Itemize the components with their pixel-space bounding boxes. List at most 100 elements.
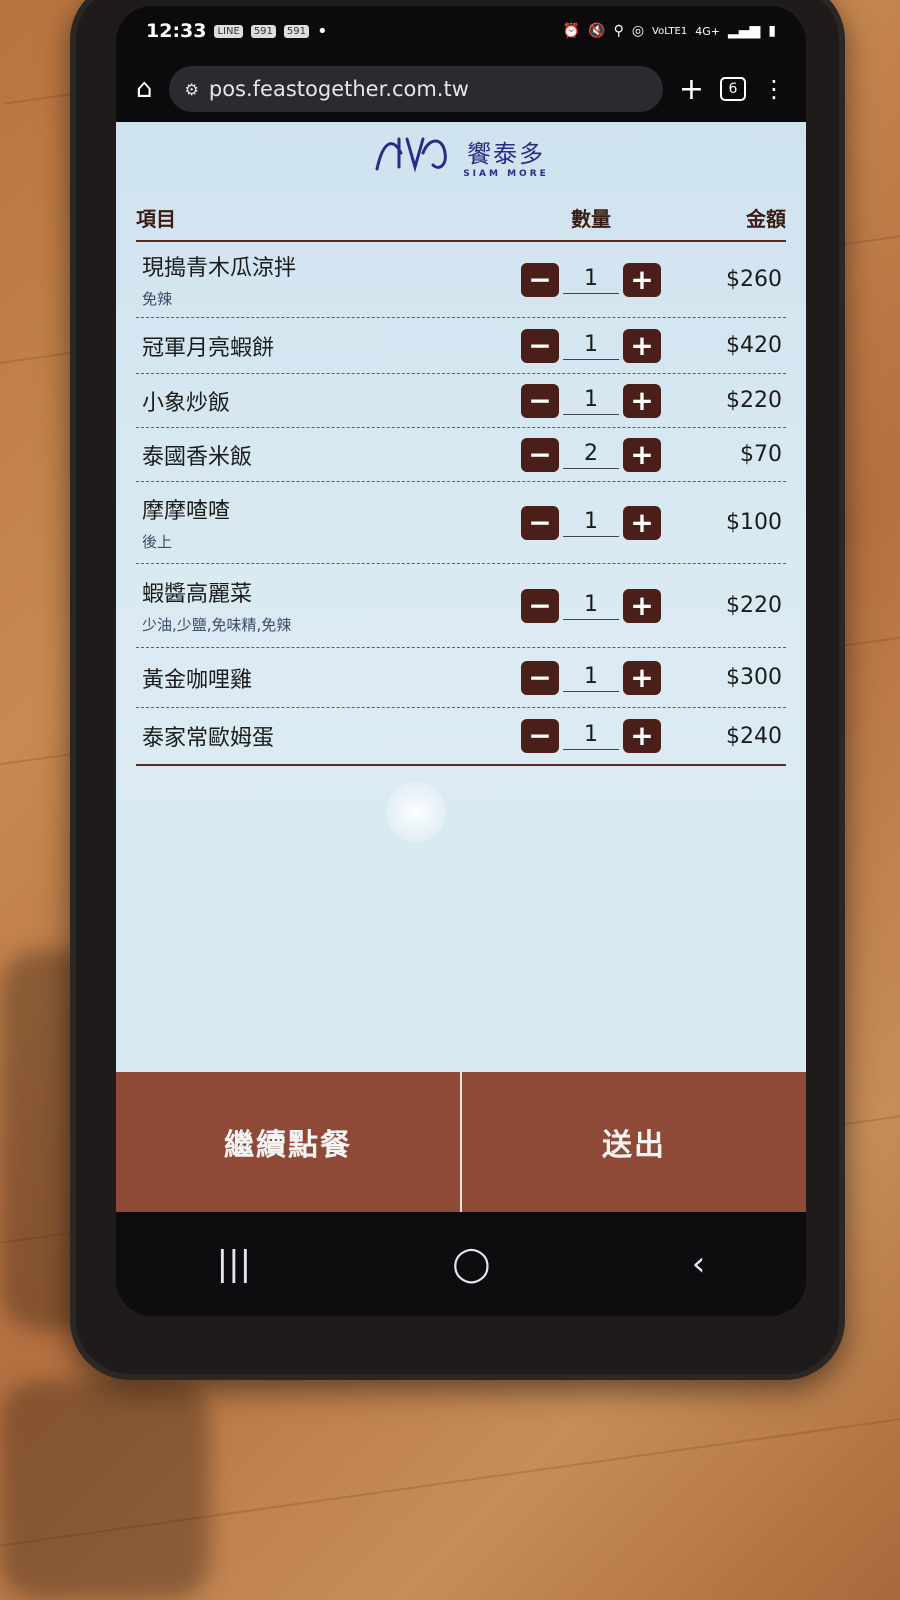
action-bar: 繼續點餐 送出 bbox=[116, 1072, 806, 1212]
url-text: pos.feastogether.com.tw bbox=[208, 77, 469, 101]
item-amount: $100 bbox=[726, 510, 782, 535]
item-name: 黃金咖哩雞 bbox=[142, 667, 253, 693]
battery-icon: ▮ bbox=[768, 23, 776, 39]
quantity-stepper: − 1 + bbox=[516, 719, 666, 753]
quantity-value[interactable]: 1 bbox=[563, 332, 619, 360]
status-bar: 12:33 LINE 591 591 • ⏰ 🔇 ⚲ ◎ VoLTE1 4G+ … bbox=[116, 6, 806, 56]
order-page: 饗泰多 SIAM MORE 項目 數量 金額 現搗青木瓜涼拌 免辣 − 1 + … bbox=[116, 122, 806, 1212]
item-amount: $70 bbox=[740, 442, 782, 467]
minus-icon[interactable]: − bbox=[521, 328, 559, 363]
tabs-count-button[interactable]: 6 bbox=[720, 77, 746, 101]
notification-badge-2: 591 bbox=[283, 24, 309, 38]
item-note: 免辣 bbox=[142, 290, 173, 308]
quantity-stepper: − 1 + bbox=[516, 660, 666, 695]
order-row: 黃金咖哩雞 − 1 + $300 bbox=[136, 648, 786, 708]
quantity-stepper: − 1 + bbox=[516, 262, 666, 297]
order-row: 泰家常歐姆蛋 − 1 + $240 bbox=[136, 708, 786, 764]
minus-icon[interactable]: − bbox=[521, 437, 559, 472]
quantity-stepper: − 1 + bbox=[516, 383, 666, 418]
item-amount: $300 bbox=[726, 665, 782, 690]
android-nav-bar: ||| ◯ ‹ bbox=[116, 1212, 806, 1316]
notification-badge-1: 591 bbox=[250, 24, 276, 38]
brand-logo: 饗泰多 SIAM MORE bbox=[116, 122, 806, 190]
logo-mark bbox=[373, 131, 453, 182]
hotspot-icon: ◎ bbox=[631, 23, 645, 39]
header-item: 項目 bbox=[136, 207, 176, 231]
plus-icon[interactable]: + bbox=[623, 719, 661, 753]
plus-icon[interactable]: + bbox=[623, 262, 661, 297]
minus-icon[interactable]: − bbox=[521, 588, 559, 623]
order-row: 現搗青木瓜涼拌 免辣 − 1 + $260 bbox=[136, 242, 786, 318]
quantity-value[interactable]: 1 bbox=[563, 266, 619, 294]
item-amount: $240 bbox=[726, 723, 782, 749]
back-icon[interactable]: ‹ bbox=[692, 1244, 706, 1284]
phone-frame: 12:33 LINE 591 591 • ⏰ 🔇 ⚲ ◎ VoLTE1 4G+ … bbox=[70, 0, 845, 1380]
phone-screen: 12:33 LINE 591 591 • ⏰ 🔇 ⚲ ◎ VoLTE1 4G+ … bbox=[116, 6, 806, 1316]
item-amount: $220 bbox=[726, 388, 782, 413]
quantity-value[interactable]: 1 bbox=[563, 664, 619, 692]
item-amount: $420 bbox=[726, 333, 782, 358]
table-bottom-rule bbox=[136, 764, 786, 766]
order-row: 泰國香米飯 − 2 + $70 bbox=[136, 428, 786, 482]
dot-icon: • bbox=[317, 20, 328, 42]
status-time: 12:33 bbox=[146, 20, 207, 42]
minus-icon[interactable]: − bbox=[521, 660, 559, 695]
browser-toolbar: ⌂ ⚙ pos.feastogether.com.tw + 6 ⋮ bbox=[116, 56, 806, 122]
plus-icon[interactable]: + bbox=[623, 328, 661, 363]
alarm-icon: ⏰ bbox=[562, 23, 581, 39]
url-field[interactable]: ⚙ pos.feastogether.com.tw bbox=[168, 66, 663, 112]
item-note: 少油,少鹽,免味精,免辣 bbox=[142, 616, 292, 634]
network-label: 4G+ bbox=[695, 24, 720, 38]
continue-ordering-button[interactable]: 繼續點餐 bbox=[116, 1072, 460, 1212]
quantity-value[interactable]: 1 bbox=[563, 509, 619, 537]
item-name: 摩摩喳喳 bbox=[142, 499, 231, 524]
table-header: 項目 數量 金額 bbox=[136, 190, 786, 242]
order-list: 現搗青木瓜涼拌 免辣 − 1 + $260 冠軍月亮蝦餅 − 1 + $420 … bbox=[116, 242, 806, 766]
header-amount: 金額 bbox=[746, 207, 786, 231]
item-amount: $260 bbox=[726, 267, 782, 292]
submit-button[interactable]: 送出 bbox=[460, 1072, 806, 1212]
item-amount: $220 bbox=[726, 593, 782, 618]
quantity-value[interactable]: 1 bbox=[563, 387, 619, 415]
mute-icon: 🔇 bbox=[588, 23, 606, 39]
logo-cn-text: 饗泰多 bbox=[466, 139, 545, 168]
plus-icon[interactable]: + bbox=[623, 660, 661, 695]
location-icon: ⚲ bbox=[613, 23, 624, 39]
item-note: 後上 bbox=[142, 533, 173, 551]
plus-icon[interactable]: + bbox=[623, 588, 661, 623]
site-settings-icon[interactable]: ⚙ bbox=[185, 80, 199, 99]
screen-glare bbox=[386, 782, 446, 842]
more-vert-icon[interactable]: ⋮ bbox=[762, 75, 786, 103]
minus-icon[interactable]: − bbox=[521, 383, 559, 418]
header-qty: 數量 bbox=[571, 207, 611, 231]
item-name: 小象炒飯 bbox=[142, 390, 231, 416]
elephant-logo-icon bbox=[375, 137, 448, 172]
minus-icon[interactable]: − bbox=[521, 719, 559, 753]
item-name: 現搗青木瓜涼拌 bbox=[142, 256, 297, 281]
minus-icon[interactable]: − bbox=[521, 262, 559, 297]
order-row: 冠軍月亮蝦餅 − 1 + $420 bbox=[136, 318, 786, 374]
recent-apps-icon[interactable]: ||| bbox=[217, 1244, 251, 1284]
signal-icon: ▂▄▆ bbox=[727, 23, 761, 39]
quantity-value[interactable]: 1 bbox=[563, 592, 619, 620]
home-icon[interactable]: ⌂ bbox=[136, 74, 153, 104]
order-row: 蝦醬高麗菜 少油,少鹽,免味精,免辣 − 1 + $220 bbox=[136, 564, 786, 648]
order-row: 小象炒飯 − 1 + $220 bbox=[136, 374, 786, 428]
item-name: 泰家常歐姆蛋 bbox=[142, 726, 275, 751]
quantity-stepper: − 1 + bbox=[516, 328, 666, 363]
quantity-stepper: − 1 + bbox=[516, 505, 666, 540]
plus-icon[interactable]: + bbox=[623, 383, 661, 418]
item-name: 泰國香米飯 bbox=[142, 444, 253, 470]
new-tab-icon[interactable]: + bbox=[679, 72, 704, 107]
logo-en-text: SIAM MORE bbox=[463, 168, 549, 179]
plus-icon[interactable]: + bbox=[623, 505, 661, 540]
order-row: 摩摩喳喳 後上 − 1 + $100 bbox=[136, 482, 786, 564]
quantity-stepper: − 2 + bbox=[516, 437, 666, 472]
plus-icon[interactable]: + bbox=[623, 437, 661, 472]
item-name: 蝦醬高麗菜 bbox=[142, 582, 253, 607]
quantity-value[interactable]: 1 bbox=[563, 722, 619, 750]
line-notification-icon: LINE bbox=[214, 24, 243, 38]
minus-icon[interactable]: − bbox=[521, 505, 559, 540]
home-nav-icon[interactable]: ◯ bbox=[452, 1244, 490, 1284]
quantity-value[interactable]: 2 bbox=[563, 441, 619, 469]
